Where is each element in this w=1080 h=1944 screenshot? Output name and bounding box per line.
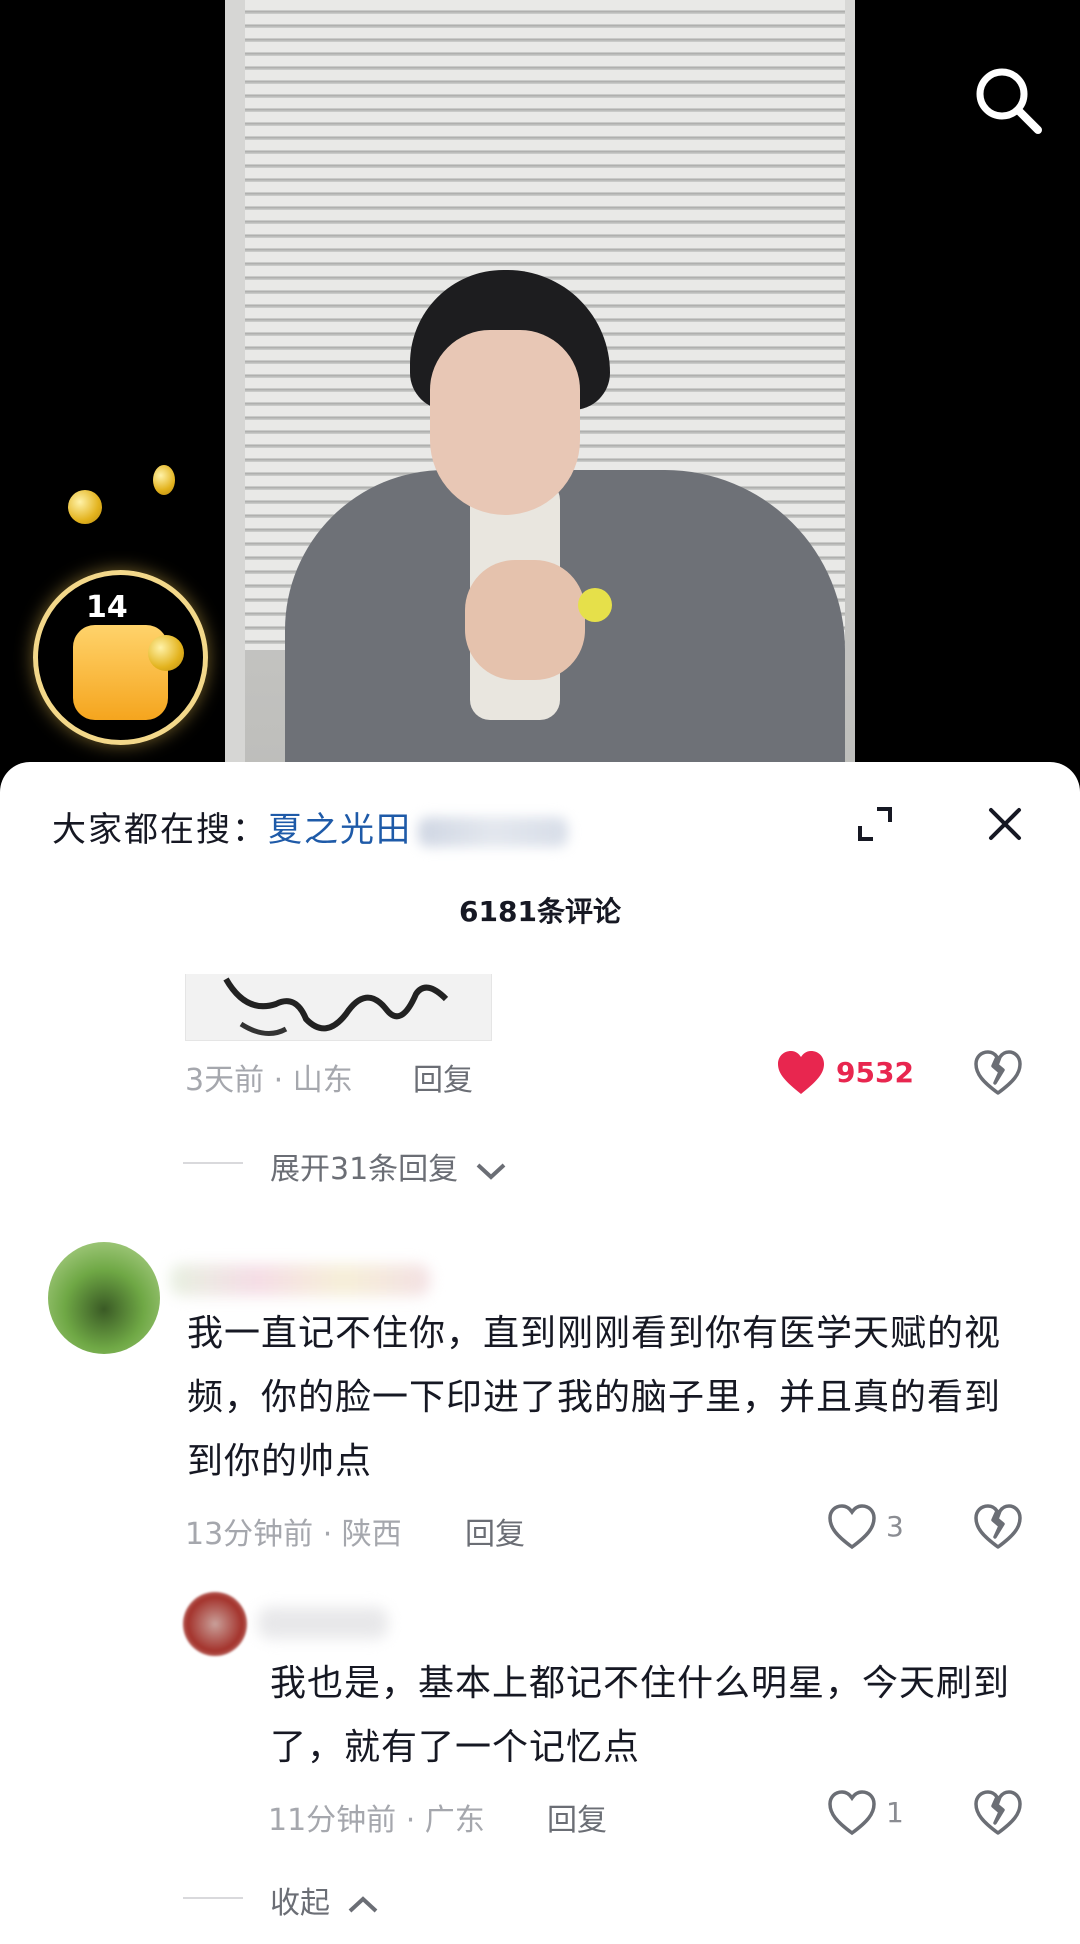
coin-icon [153,465,175,495]
wall [225,0,245,790]
comment-count: 6181条评论 [459,895,621,928]
coin-icon [148,635,184,671]
reply-time-location: 11分钟前 · 广东 [268,1803,485,1838]
smiley-pin [578,588,612,622]
divider-line [183,1162,243,1164]
dislike-broken-heart-icon[interactable] [973,1790,1023,1840]
search-icon[interactable] [968,60,1048,140]
close-icon[interactable] [985,804,1025,844]
reply-button[interactable]: 回复 [465,1509,525,1553]
person-face [430,330,580,515]
divider-line [183,1897,243,1899]
coin-count: 14 [86,590,128,625]
reply-button[interactable]: 回复 [413,1055,473,1099]
username-blurred[interactable] [170,1264,430,1296]
reply-text: 我也是，基本上都记不住什么明星，今天刷到了，就有了一个记忆点 [270,1663,1011,1768]
chevron-up-icon [348,1895,377,1912]
heart-filled-icon[interactable] [776,1050,826,1100]
blurred-text [418,816,568,847]
avatar[interactable] [48,1242,160,1354]
comment-time-location: 13分钟前 · 陕西 [185,1517,402,1552]
heart-outline-icon[interactable] [827,1790,877,1840]
comment-text: 我一直记不住你，直到刚刚看到你有医学天赋的视频，你的脸一下印进了我的脑子里，并且… [187,1313,1002,1482]
dislike-broken-heart-icon[interactable] [973,1504,1023,1554]
like-count: 3 [886,1510,904,1543]
collapse-label: 收起 [270,1886,330,1921]
trending-query-link[interactable]: 夏之光田 [268,810,412,850]
comment-image[interactable] [185,974,492,1041]
comment-sheet: 大家都在搜：夏之光田 6181条评论 3天前 · 山东 回复 9532 展开31… [0,762,1080,1944]
comment-time-location: 3天前 · 山东 [185,1063,353,1098]
trending-search-banner[interactable]: 大家都在搜：夏之光田 [52,802,568,851]
person-hand [465,560,585,680]
trending-label: 大家都在搜： [52,810,268,850]
coin-reward-widget[interactable]: 14 [28,465,213,750]
collapse-replies-button[interactable]: 收起 [270,1878,380,1922]
dislike-broken-heart-icon[interactable] [973,1050,1023,1100]
reply-button[interactable]: 回复 [547,1795,607,1839]
video-frame [225,0,855,790]
like-count: 9532 [836,1056,914,1089]
coin-icon [68,490,102,524]
username-blurred[interactable] [258,1607,388,1639]
heart-outline-icon[interactable] [827,1504,877,1554]
expand-icon[interactable] [855,804,895,844]
avatar[interactable] [183,1592,247,1656]
like-count: 1 [886,1796,904,1829]
video-player[interactable]: 14 [0,0,1080,790]
chevron-down-icon [476,1163,506,1180]
expand-replies-button[interactable]: 展开31条回复 [270,1144,508,1188]
expand-replies-label: 展开31条回复 [270,1152,459,1187]
